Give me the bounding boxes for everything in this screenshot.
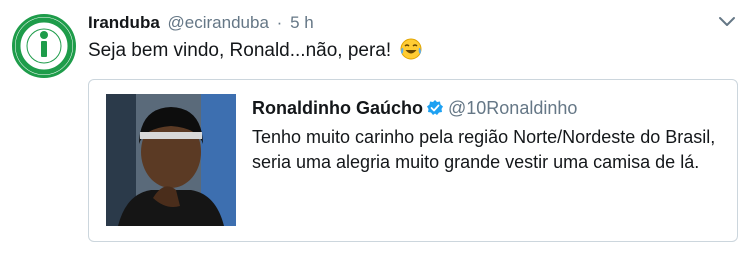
- author-name[interactable]: Iranduba: [88, 13, 160, 32]
- quoted-tweet-header: Ronaldinho Gaúcho @10Ronaldinho: [252, 96, 577, 120]
- avatar[interactable]: [12, 14, 76, 78]
- quoted-author-handle[interactable]: @10Ronaldinho: [448, 98, 577, 118]
- profile-photo: [106, 94, 236, 226]
- face-with-tears-of-joy-icon: [400, 38, 422, 60]
- chevron-down-icon[interactable]: [718, 16, 736, 28]
- iranduba-logo: [15, 17, 73, 75]
- verified-badge-icon: [427, 100, 443, 115]
- quoted-tweet-photo[interactable]: [106, 94, 236, 226]
- quoted-tweet-text: Tenho muito carinho pela região Norte/No…: [252, 127, 716, 172]
- tweet-text: Seja bem vindo, Ronald...não, pera!: [88, 38, 422, 63]
- tweet-header: Iranduba @eciranduba · 5 h: [88, 12, 314, 34]
- timestamp[interactable]: 5 h: [290, 13, 314, 32]
- quoted-tweet-card[interactable]: Ronaldinho Gaúcho @10Ronaldinho Tenho mu…: [88, 79, 738, 242]
- author-handle[interactable]: @eciranduba: [168, 13, 269, 32]
- tweet: Iranduba @eciranduba · 5 h Seja bem vind…: [0, 0, 750, 253]
- tweet-text-content: Seja bem vindo, Ronald...não, pera!: [88, 40, 392, 61]
- quoted-author-name[interactable]: Ronaldinho Gaúcho: [252, 98, 423, 118]
- separator-dot: ·: [276, 13, 283, 32]
